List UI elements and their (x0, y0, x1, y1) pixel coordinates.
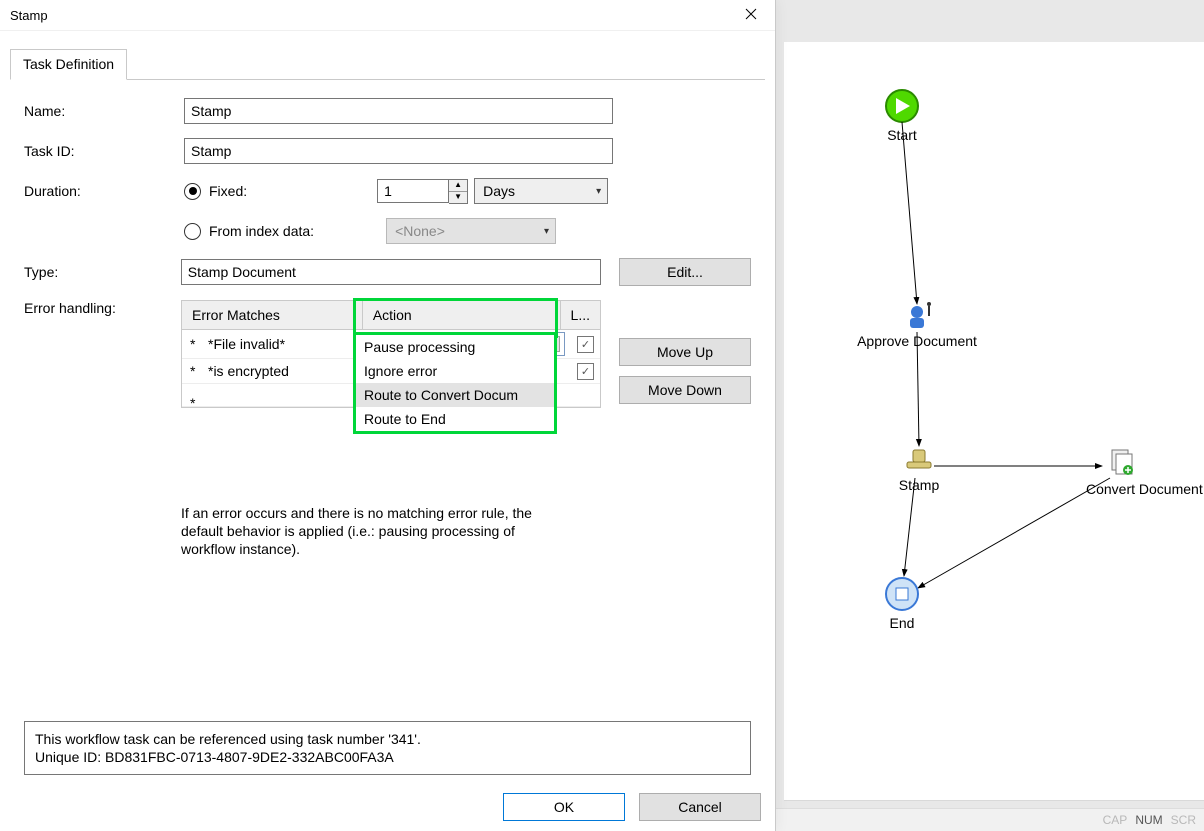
dropdown-item[interactable]: Route to Convert Docum (356, 383, 554, 407)
label-error-handling: Error handling: (24, 300, 181, 316)
col-error-matches[interactable]: Error Matches (182, 301, 363, 329)
task-id-input[interactable] (184, 138, 613, 164)
info-box: This workflow task can be referenced usi… (24, 721, 751, 775)
node-stamp[interactable] (907, 450, 931, 468)
node-end[interactable] (886, 578, 918, 610)
chevron-down-icon: ▾ (596, 186, 601, 197)
label-task-id: Task ID: (24, 143, 184, 159)
label-type: Type: (24, 264, 181, 280)
type-input (181, 259, 602, 285)
status-num: NUM (1135, 813, 1162, 827)
label-duration: Duration: (24, 183, 184, 199)
move-down-button[interactable]: Move Down (619, 376, 751, 404)
node-start-label: Start (887, 127, 917, 143)
node-end-label: End (890, 615, 915, 631)
log-checkbox[interactable]: ✓ (577, 363, 594, 380)
stamp-dialog: Stamp Task Definition Name: Task ID: Dur… (0, 0, 776, 831)
col-l[interactable]: L... (561, 301, 600, 329)
node-stamp-label: Stamp (899, 477, 940, 493)
ok-button[interactable]: OK (503, 793, 625, 821)
tab-strip: Task Definition (10, 48, 765, 80)
dialog-title: Stamp (10, 8, 48, 23)
info-line-task-number: This workflow task can be referenced usi… (35, 730, 740, 748)
status-scr: SCR (1171, 813, 1196, 827)
duration-unit-select[interactable]: Days ▾ (474, 178, 608, 204)
node-start[interactable] (886, 90, 918, 122)
dropdown-item[interactable]: Ignore error (356, 359, 554, 383)
error-note: If an error occurs and there is no match… (181, 504, 561, 559)
workflow-svg: Start Approve Document Stamp Convert Doc… (784, 42, 1204, 800)
error-match-cell[interactable]: *File invalid* (208, 336, 285, 352)
duration-value-input[interactable] (377, 179, 449, 203)
name-input[interactable] (184, 98, 613, 124)
tab-task-definition[interactable]: Task Definition (10, 49, 127, 80)
edit-button[interactable]: Edit... (619, 258, 751, 286)
from-index-select: <None> ▾ (386, 218, 556, 244)
error-match-cell[interactable]: *is encrypted (208, 363, 289, 379)
radio-fixed[interactable] (184, 183, 201, 200)
radio-fixed-label: Fixed: (209, 183, 247, 199)
col-action[interactable]: Action (363, 301, 561, 329)
node-convert-label: Convert Document to PDF (1086, 481, 1204, 497)
close-button[interactable] (731, 0, 771, 28)
chevron-down-icon: ▾ (544, 226, 549, 237)
action-dropdown[interactable]: Pause processing Ignore error Route to C… (353, 332, 557, 434)
error-table[interactable]: Error Matches Action L... **File invalid… (181, 300, 601, 408)
status-cap: CAP (1103, 813, 1128, 827)
spinner-up-icon[interactable]: ▲ (449, 180, 467, 192)
dropdown-item[interactable]: Route to End (356, 407, 554, 431)
cancel-button[interactable]: Cancel (639, 793, 761, 821)
log-checkbox[interactable]: ✓ (577, 336, 594, 353)
workflow-canvas[interactable]: Start Approve Document Stamp Convert Doc… (784, 0, 1204, 801)
dropdown-item[interactable]: Pause processing (356, 335, 554, 359)
label-name: Name: (24, 103, 184, 119)
radio-from-index[interactable] (184, 223, 201, 240)
dialog-titlebar[interactable]: Stamp (0, 0, 775, 31)
duration-unit-value: Days (483, 183, 515, 199)
node-approve[interactable] (910, 302, 931, 328)
node-convert[interactable] (1112, 450, 1133, 475)
move-up-button[interactable]: Move Up (619, 338, 751, 366)
from-index-value: <None> (395, 223, 445, 239)
error-table-header: Error Matches Action L... (182, 301, 600, 330)
info-line-unique-id: Unique ID: BD831FBC-0713-4807-9DE2-332AB… (35, 748, 740, 766)
duration-spinner[interactable]: ▲ ▼ (377, 179, 468, 204)
close-icon (745, 8, 757, 20)
spinner-down-icon[interactable]: ▼ (449, 192, 467, 203)
radio-from-index-label: From index data: (209, 223, 314, 239)
